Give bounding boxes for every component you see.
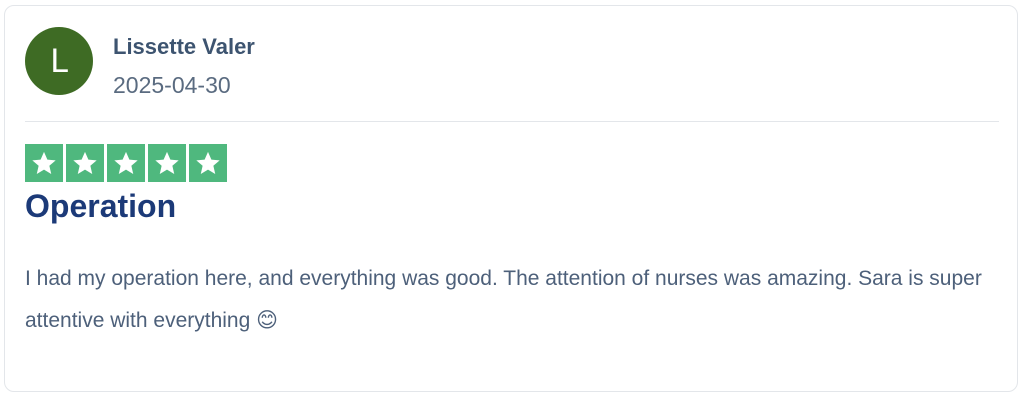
star-icon [25,144,63,182]
review-body: I had my operation here, and everything … [25,267,982,332]
star-rating [25,144,227,182]
review-date: 2025-04-30 [113,72,231,98]
star-icon [189,144,227,182]
star-icon [66,144,104,182]
review-title: Operation [25,188,177,224]
star-icon [107,144,145,182]
divider [25,121,999,122]
author-name: Lissette Valer [113,34,255,59]
avatar: L [25,27,93,95]
review-card: L Lissette Valer 2025-04-30 Operation I … [4,5,1018,392]
star-icon [148,144,186,182]
